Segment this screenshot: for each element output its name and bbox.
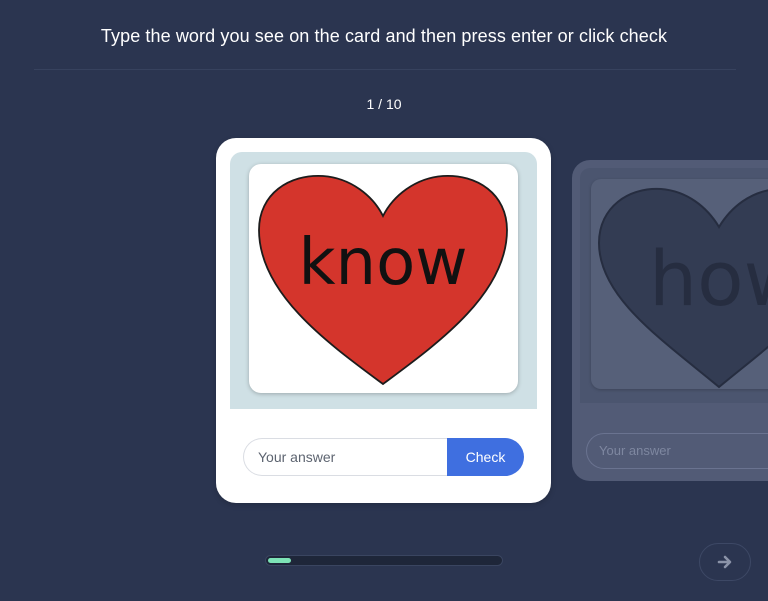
heart-image: know [258, 175, 508, 386]
next-card-image-area: how [580, 168, 768, 403]
card-image-area: know [230, 152, 537, 409]
card-counter: 1 / 10 [366, 96, 402, 112]
check-button[interactable]: Check [447, 438, 524, 476]
header-divider [34, 69, 736, 70]
answer-row: Check [243, 438, 524, 476]
next-button[interactable] [699, 543, 751, 581]
answer-input[interactable] [243, 438, 447, 476]
next-card-image: how [591, 179, 768, 389]
next-heart-image: how [597, 187, 768, 389]
card-image: know [249, 164, 518, 393]
instruction-text: Type the word you see on the card and th… [100, 26, 668, 46]
card-word: know [298, 226, 467, 300]
next-card-word: how [649, 234, 768, 323]
progress-bar [265, 555, 503, 566]
next-answer-input: Your answer [586, 433, 768, 469]
next-card: how Your answer [572, 160, 768, 481]
flashcard: know Check [216, 138, 551, 503]
arrow-right-icon [717, 555, 732, 569]
progress-fill [268, 558, 291, 563]
